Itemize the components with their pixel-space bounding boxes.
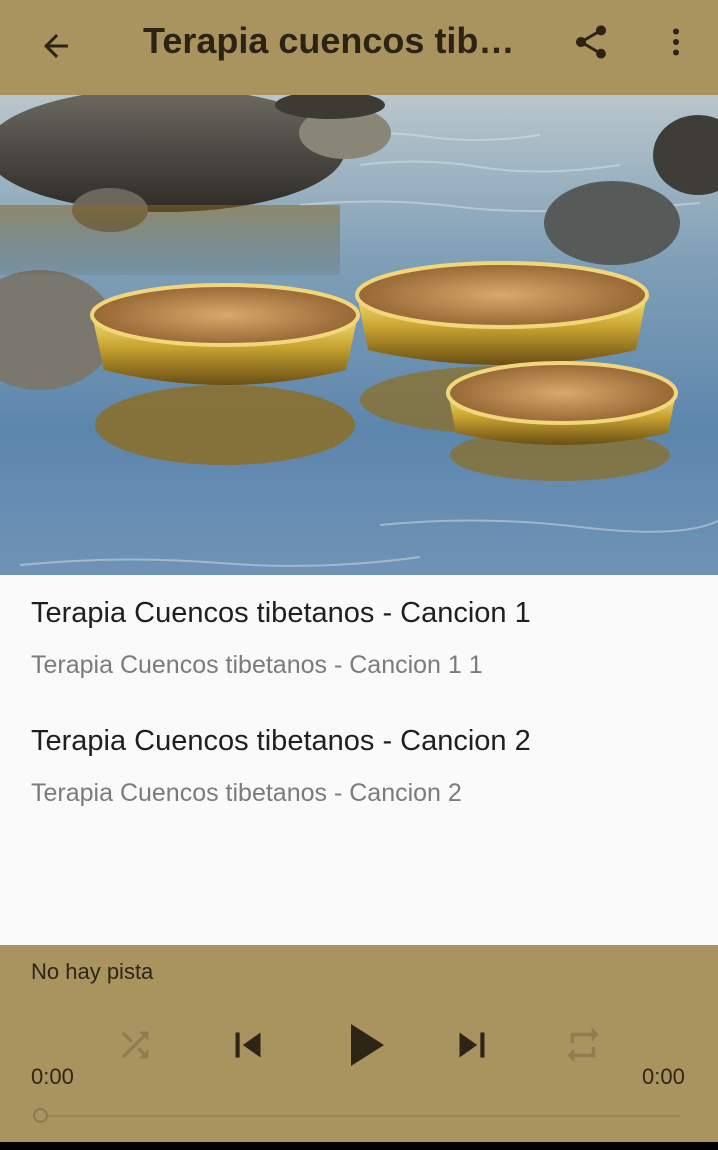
page-title: Terapia cuencos tibetanos	[143, 20, 533, 61]
album-cover-image	[0, 95, 718, 575]
seek-track	[41, 1115, 680, 1117]
play-icon	[351, 1024, 384, 1066]
shuffle-button[interactable]	[110, 1020, 160, 1070]
track-list: Terapia Cuencos tibetanos - Cancion 1 Te…	[0, 575, 718, 945]
arrow-left-icon	[44, 34, 68, 58]
media-player: No hay pista 0:00 0:00	[0, 945, 718, 1142]
next-icon	[459, 1032, 485, 1058]
previous-button[interactable]	[220, 1017, 276, 1073]
duration-time: 0:00	[642, 1064, 685, 1089]
shuffle-icon	[121, 1031, 149, 1059]
elapsed-time: 0:00	[31, 1064, 74, 1089]
track-item-2[interactable]: Terapia Cuencos tibetanos - Cancion 2 Te…	[0, 703, 718, 831]
more-options-button[interactable]	[650, 16, 702, 68]
share-button[interactable]	[565, 16, 617, 68]
track-title: Terapia Cuencos tibetanos - Cancion 1	[31, 597, 531, 629]
play-button[interactable]	[326, 1008, 400, 1082]
track-subtitle: Terapia Cuencos tibetanos - Cancion 2	[31, 779, 462, 807]
track-item-1[interactable]: Terapia Cuencos tibetanos - Cancion 1 Te…	[0, 575, 718, 703]
app-bar: Terapia cuencos tibetanos	[0, 0, 718, 95]
back-button[interactable]	[30, 20, 82, 72]
next-button[interactable]	[444, 1017, 500, 1073]
track-subtitle: Terapia Cuencos tibetanos - Cancion 1 1	[31, 651, 483, 679]
repeat-button[interactable]	[558, 1020, 608, 1070]
now-playing-label: No hay pista	[31, 959, 154, 984]
share-icon	[576, 25, 606, 59]
seek-thumb[interactable]	[33, 1108, 48, 1123]
more-vertical-icon	[673, 28, 679, 56]
system-nav-bar	[0, 1142, 718, 1150]
previous-icon	[235, 1032, 261, 1058]
repeat-icon	[567, 1027, 599, 1063]
seek-bar[interactable]	[33, 1108, 680, 1124]
track-title: Terapia Cuencos tibetanos - Cancion 2	[31, 725, 531, 757]
